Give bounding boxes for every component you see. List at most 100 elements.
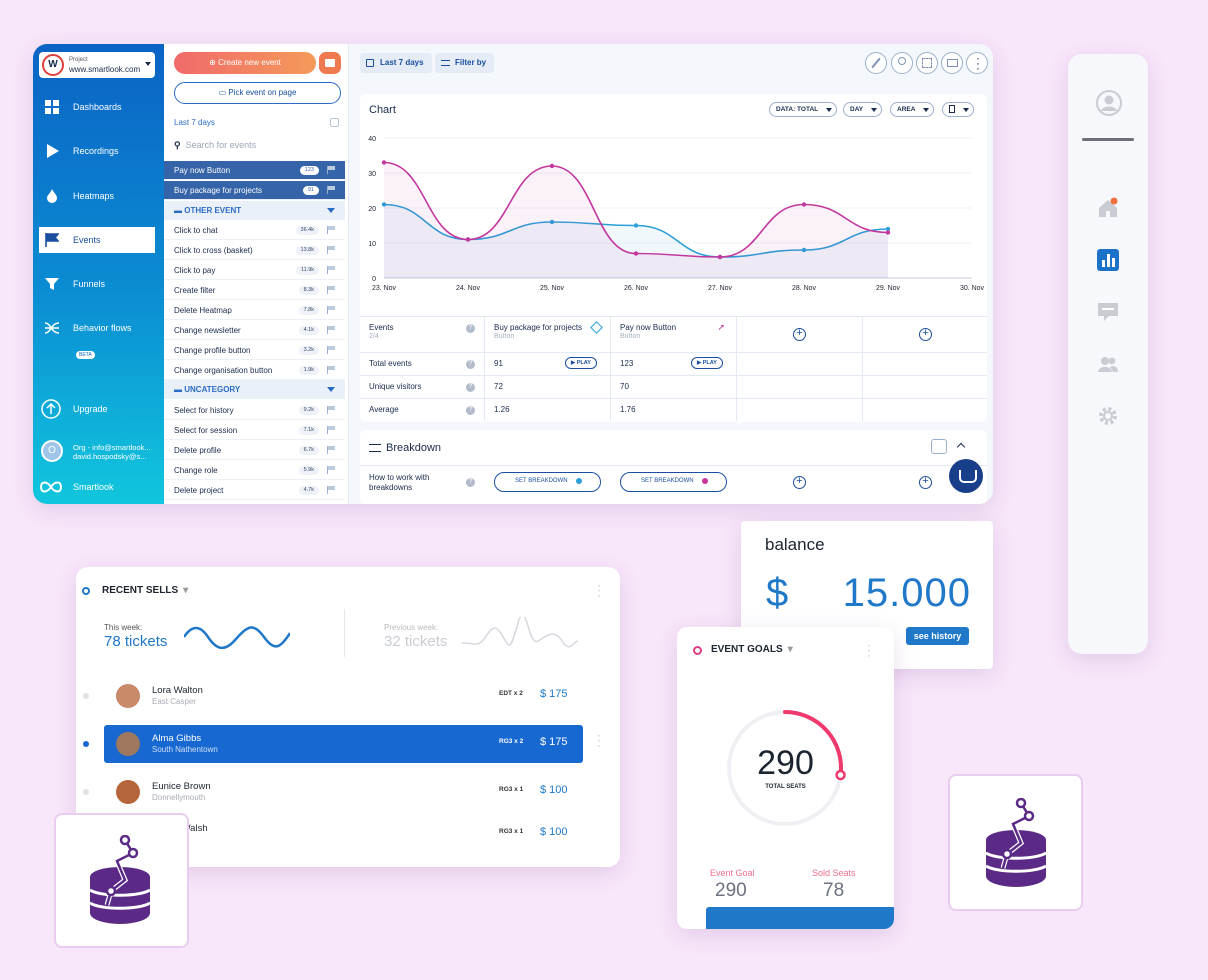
area-dropdown[interactable]: AREA — [890, 102, 935, 117]
list-item[interactable]: Select for session 7.1k — [164, 421, 345, 440]
list-item[interactable]: Eunice Brown Donnellymouth RG3 x 1 $ 100 — [83, 773, 583, 811]
see-history-button[interactable]: see history — [906, 627, 969, 645]
help-icon[interactable]: ? — [466, 406, 475, 415]
list-item[interactable]: Click to pay 11.9k — [164, 261, 345, 280]
more-vertical-icon[interactable]: · · · — [597, 579, 601, 601]
nav-upgrade[interactable]: Upgrade — [39, 396, 155, 422]
y-tick-label: 30 — [368, 171, 376, 178]
play-button[interactable]: ▶ PLAY — [691, 357, 723, 369]
price: $ 100 — [540, 784, 568, 796]
recent-sells-title[interactable]: RECENT SELLS ▾ — [102, 585, 188, 596]
more-button[interactable]: · · · — [966, 52, 988, 74]
layout-button[interactable] — [916, 52, 938, 74]
document-icon[interactable] — [931, 439, 947, 454]
ticket-code: EDT x 2 — [499, 690, 523, 697]
help-icon[interactable]: ? — [466, 360, 475, 369]
share-user-button[interactable] — [891, 52, 913, 74]
play-button[interactable]: ▶ PLAY — [565, 357, 597, 369]
event-search[interactable]: ⚲ Search for events — [174, 140, 256, 151]
user-avatar-icon[interactable] — [1095, 89, 1123, 117]
list-item[interactable]: Delete project 4.7k — [164, 481, 345, 500]
events-label: Events — [369, 323, 394, 332]
group-label: UNCATEGORY — [184, 385, 241, 394]
home-icon[interactable] — [1097, 197, 1119, 219]
list-item[interactable]: Delete Heatmap 7.8k — [164, 301, 345, 320]
x-tick-label: 27. Nov — [708, 285, 733, 292]
chat-button[interactable] — [949, 459, 983, 493]
date-filter-button[interactable]: Last 7 days — [360, 53, 432, 73]
sold-seats-label: Sold Seats — [812, 868, 856, 878]
export-dropdown[interactable] — [942, 102, 974, 117]
calendar-icon[interactable] — [330, 118, 339, 127]
date-range-label[interactable]: Last 7 days — [174, 118, 215, 127]
project-name: www.smartlook.com — [69, 65, 141, 74]
list-item[interactable]: Pay now Button 123 — [164, 161, 345, 180]
analytics-icon[interactable] — [1097, 249, 1119, 271]
table-cell: 1.76 — [611, 399, 737, 421]
event-goals-card: EVENT GOALS ▾ · · · 290 TOTAL SEATS Event G… — [677, 627, 894, 929]
search-icon: ⚲ — [174, 140, 181, 150]
list-item[interactable]: Click to chat 36.4k — [164, 221, 345, 240]
users-icon[interactable] — [1097, 353, 1119, 375]
more-vertical-icon[interactable]: · · · — [867, 639, 871, 661]
project-selector[interactable]: W Project www.smartlook.com — [39, 52, 155, 78]
more-vertical-icon[interactable]: · · · — [597, 729, 601, 751]
chevron-up-icon[interactable] — [956, 442, 966, 452]
add-breakdown-button[interactable]: + — [793, 476, 806, 489]
list-item[interactable]: Select for history 9.2k — [164, 401, 345, 420]
add-event-button[interactable]: + — [919, 328, 932, 341]
table-row: Average? 1.26 1.76 — [360, 398, 987, 421]
brand: Smartlook — [39, 480, 114, 494]
nav-heatmaps[interactable]: Heatmaps — [39, 183, 155, 209]
edit-button[interactable] — [865, 52, 887, 74]
org-account[interactable]: O Org - info@smartlook... david.hospodsk… — [39, 440, 161, 464]
nav-dashboards[interactable]: Dashboards — [39, 94, 155, 120]
list-item[interactable]: Click to cross (basket) 13.8k — [164, 241, 345, 260]
list-item[interactable]: Delete profile 6.7k — [164, 441, 345, 460]
add-breakdown-button[interactable]: + — [919, 476, 932, 489]
event-goals-title[interactable]: EVENT GOALS ▾ — [711, 644, 793, 655]
email-button[interactable] — [941, 52, 963, 74]
avatar — [116, 732, 140, 756]
list-item[interactable]: Alma Gibbs South Nathentown RG3 x 2 $ 17… — [83, 725, 601, 763]
set-breakdown-button[interactable]: SET BREAKDOWN — [494, 472, 601, 492]
help-icon[interactable]: ? — [466, 478, 475, 487]
grid-icon — [922, 58, 932, 68]
day-dropdown[interactable]: DAY — [843, 102, 883, 117]
x-tick-label: 25. Nov — [540, 285, 565, 292]
list-item[interactable]: Lora Walton East Casper EDT x 2 $ 175 — [83, 677, 583, 715]
nav-recordings[interactable]: Recordings — [39, 138, 155, 164]
folder-button[interactable] — [319, 52, 341, 74]
list-item[interactable]: Create filter 8.3k — [164, 281, 345, 300]
status-dot — [83, 741, 89, 747]
help-icon[interactable]: ? — [466, 324, 475, 333]
list-item[interactable]: Buy package for projects 91 — [164, 181, 345, 200]
create-event-button[interactable]: ⊕ Create new event — [174, 52, 316, 74]
action-bar[interactable] — [706, 907, 894, 929]
nav-funnels[interactable]: Funnels — [39, 271, 155, 297]
cell-value: 1.26 — [494, 405, 510, 414]
filter-button[interactable]: Filter by — [435, 53, 495, 73]
list-item[interactable]: Change role 5.9k — [164, 461, 345, 480]
list-item[interactable]: Change newsletter 4.1k — [164, 321, 345, 340]
event-label: Select for history — [174, 406, 234, 415]
nav-behavior-flows[interactable]: Behavior flows BETA — [39, 315, 155, 359]
previous-week-label: Previous week: — [384, 623, 439, 632]
help-icon[interactable]: ? — [466, 383, 475, 392]
nav-events[interactable]: Events — [39, 227, 155, 253]
list-item[interactable]: Change profile button 3.2k — [164, 341, 345, 360]
pick-event-button[interactable]: ▭ Pick event on page — [174, 82, 341, 104]
message-icon[interactable] — [1097, 301, 1119, 323]
add-event-button[interactable]: + — [793, 328, 806, 341]
data-total-dropdown[interactable]: DATA: TOTAL — [769, 102, 838, 117]
count-badge: 123 — [299, 166, 319, 175]
set-breakdown-button[interactable]: SET BREAKDOWN — [620, 472, 727, 492]
group-header-uncategory[interactable]: ▬ UNCATEGORY — [164, 380, 345, 399]
avatar: O — [41, 440, 63, 462]
data-point — [381, 160, 387, 165]
list-item[interactable]: Change organisation button 1.9k — [164, 361, 345, 380]
plus-icon: ⊕ — [209, 58, 219, 67]
settings-icon[interactable] — [1097, 405, 1119, 427]
group-header-other[interactable]: ▬ OTHER EVENT — [164, 201, 345, 220]
breakdown-help-text: How to work with breakdowns — [369, 473, 430, 492]
